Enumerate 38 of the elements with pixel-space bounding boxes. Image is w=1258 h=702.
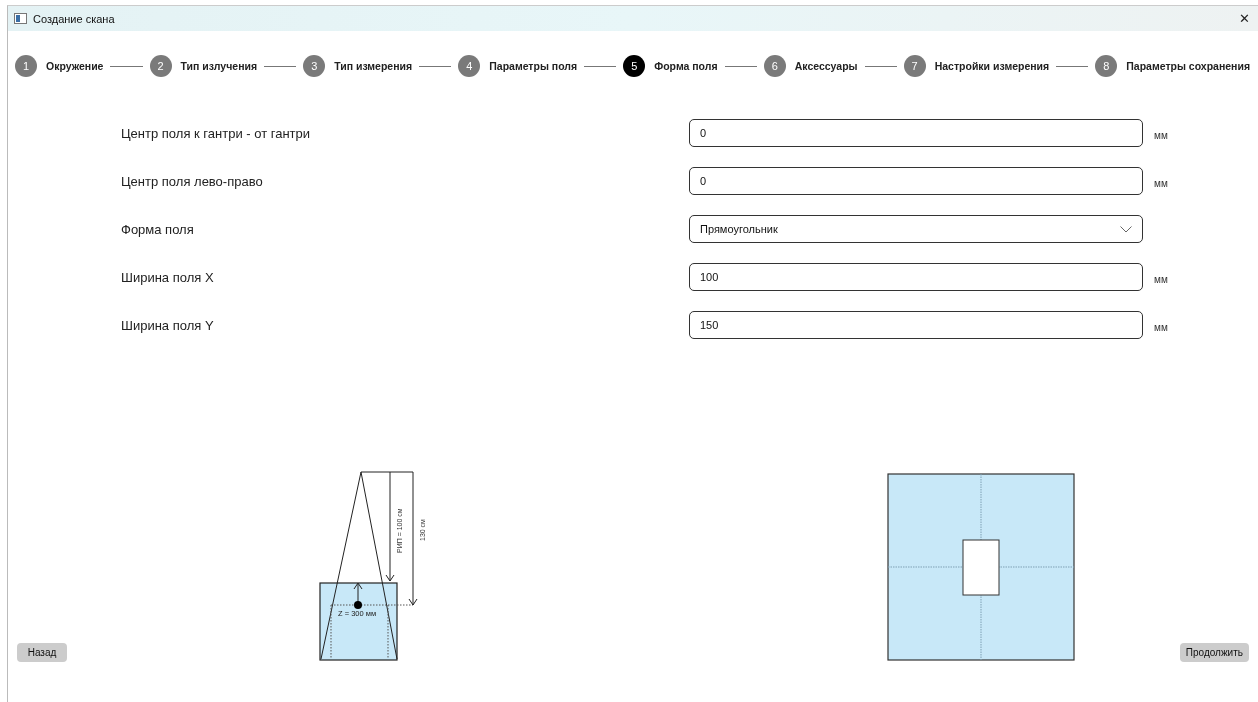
field-label: Ширина поля Y bbox=[121, 317, 215, 333]
back-button[interactable]: Назад bbox=[17, 643, 67, 662]
input-field[interactable]: 100 bbox=[689, 263, 1143, 291]
unit-label: мм bbox=[1153, 320, 1169, 333]
field-label: Центр поля к гантри - от гантри bbox=[121, 125, 312, 141]
next-button[interactable]: Продолжить bbox=[1179, 643, 1249, 662]
step-number[interactable]: 3 bbox=[303, 55, 326, 77]
step-label[interactable]: Форма поля bbox=[654, 60, 718, 72]
field-label: Форма поля bbox=[121, 221, 195, 237]
input-field[interactable]: 0 bbox=[689, 167, 1143, 195]
window-title: Создание скана bbox=[33, 12, 115, 25]
measurement-point bbox=[354, 601, 362, 609]
step-label[interactable]: Параметры поля bbox=[489, 60, 578, 72]
input-field[interactable]: 0 bbox=[689, 119, 1143, 147]
step-number[interactable]: 1 bbox=[15, 55, 37, 77]
close-button[interactable]: ✕ bbox=[1231, 11, 1258, 26]
step-label[interactable]: Тип измерения bbox=[334, 60, 413, 72]
step-label[interactable]: Аксессуары bbox=[794, 60, 858, 72]
step-number[interactable]: 7 bbox=[903, 55, 926, 77]
unit-label: мм bbox=[1153, 272, 1169, 285]
chevron-down-icon bbox=[1120, 225, 1132, 233]
step-number[interactable]: 4 bbox=[458, 55, 481, 77]
input-field[interactable]: 150 bbox=[689, 311, 1143, 339]
step-label[interactable]: Тип излучения bbox=[180, 60, 258, 72]
step-number[interactable]: 2 bbox=[149, 55, 172, 77]
window-icon bbox=[14, 13, 27, 24]
unit-label: мм bbox=[1153, 128, 1169, 141]
step-label[interactable]: Окружение bbox=[46, 60, 104, 72]
step-label[interactable]: Параметры сохранения bbox=[1126, 60, 1251, 72]
field-rectangle bbox=[962, 539, 1000, 596]
step-number[interactable]: 8 bbox=[1095, 55, 1118, 77]
dropdown-field[interactable]: Прямоугольник bbox=[689, 215, 1143, 243]
unit-label: мм bbox=[1153, 176, 1169, 189]
step-label[interactable]: Настройки измерения bbox=[934, 60, 1050, 72]
field-label: Центр поля лево-право bbox=[121, 173, 264, 189]
step-number[interactable]: 5 bbox=[623, 55, 646, 77]
step-number[interactable]: 6 bbox=[763, 55, 786, 77]
field-label: Ширина поля X bbox=[121, 269, 215, 285]
